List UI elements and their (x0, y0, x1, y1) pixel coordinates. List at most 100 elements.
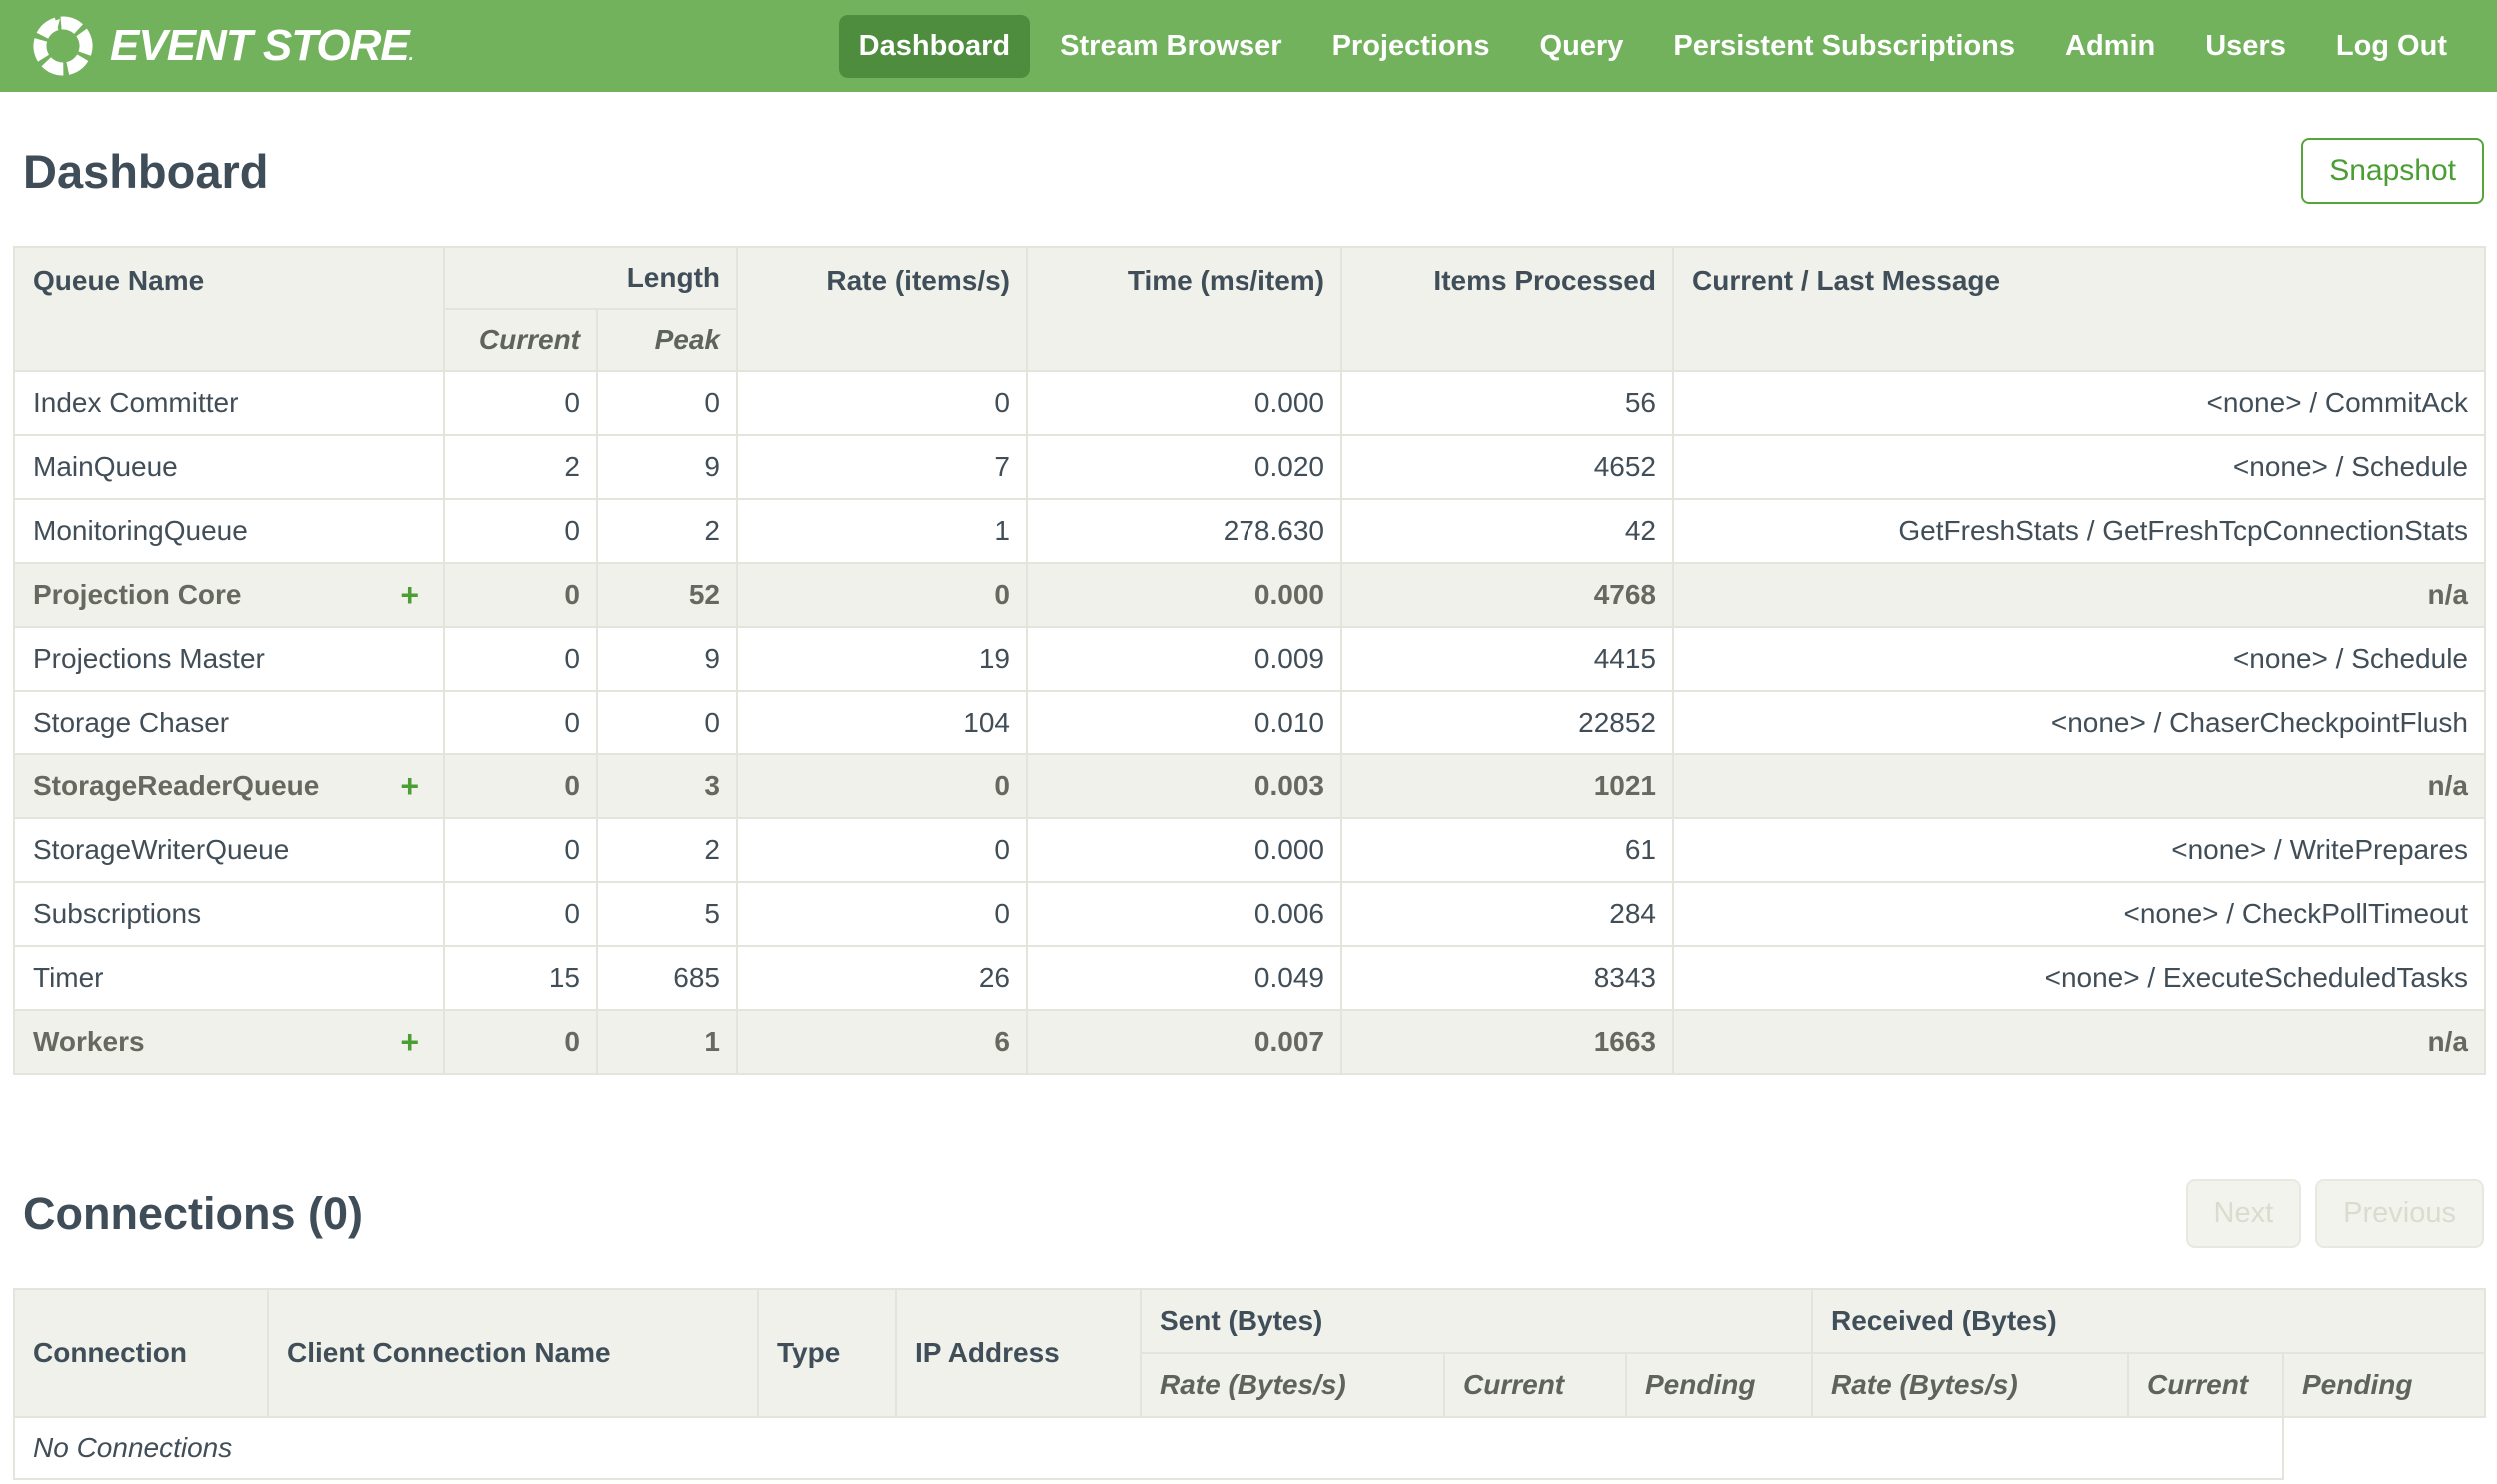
queue-row: StorageWriterQueue 0 2 0 0.000 61 <none>… (13, 817, 2486, 883)
expand-plus-icon[interactable]: + (400, 579, 419, 611)
queue-rate: 26 (736, 945, 1028, 1011)
col-header-sent-pending: Pending (1625, 1352, 1813, 1418)
queue-message: n/a (1672, 562, 2486, 628)
logo-text: EVENT STORE. (110, 21, 414, 70)
queue-length-peak: 0 (596, 370, 738, 436)
queue-length-current: 0 (443, 1009, 598, 1075)
queue-length-current: 0 (443, 498, 598, 564)
queue-rate: 0 (736, 817, 1028, 883)
queue-row: Projections Master 0 9 19 0.009 4415 <no… (13, 626, 2486, 692)
queue-row: MonitoringQueue 0 2 1 278.630 42 GetFres… (13, 498, 2486, 564)
queue-length-peak: 685 (596, 945, 738, 1011)
queue-length-peak: 52 (596, 562, 738, 628)
queue-message: <none> / CheckPollTimeout (1672, 881, 2486, 947)
queue-message: <none> / ChaserCheckpointFlush (1672, 690, 2486, 755)
queues-table: Queue Name Length Rate (items/s) Time (m… (13, 246, 2486, 1075)
queue-length-current: 15 (443, 945, 598, 1011)
queue-items-processed: 4652 (1340, 434, 1674, 500)
col-header-time: Time (ms/item) (1026, 246, 1342, 372)
queue-time: 0.006 (1026, 881, 1342, 947)
nav-item-persistent-subscriptions[interactable]: Persistent Subscriptions (1653, 15, 2035, 78)
queue-message: n/a (1672, 753, 2486, 819)
queue-name: Workers (33, 1026, 145, 1057)
col-header-received-rate: Rate (Bytes/s) (1811, 1352, 2129, 1418)
col-header-length-current: Current (443, 308, 598, 372)
queue-name: Timer (33, 962, 104, 993)
col-header-received-current: Current (2127, 1352, 2284, 1418)
queue-time: 0.000 (1026, 370, 1342, 436)
queue-row: Storage Chaser 0 0 104 0.010 22852 <none… (13, 690, 2486, 755)
queue-length-current: 0 (443, 881, 598, 947)
queue-time: 278.630 (1026, 498, 1342, 564)
queue-row: Subscriptions 0 5 0 0.006 284 <none> / C… (13, 881, 2486, 947)
col-header-message: Current / Last Message (1672, 246, 2486, 372)
queue-items-processed: 284 (1340, 881, 1674, 947)
queue-name: StorageReaderQueue (33, 770, 320, 801)
queue-length-current: 0 (443, 817, 598, 883)
queue-row: Index Committer 0 0 0 0.000 56 <none> / … (13, 370, 2486, 436)
queue-length-peak: 1 (596, 1009, 738, 1075)
col-header-connection: Connection (13, 1288, 269, 1418)
queue-length-peak: 2 (596, 817, 738, 883)
col-header-queue-name: Queue Name (13, 246, 445, 372)
queue-message: <none> / ExecuteScheduledTasks (1672, 945, 2486, 1011)
col-header-length-peak: Peak (596, 308, 738, 372)
main-content: Dashboard Snapshot Queue Name Length Rat… (0, 138, 2497, 1480)
col-header-ip-address: IP Address (895, 1288, 1142, 1418)
queue-rate: 0 (736, 370, 1028, 436)
previous-button[interactable]: Previous (2315, 1179, 2484, 1248)
col-header-sent-bytes: Sent (Bytes) (1140, 1288, 1813, 1354)
queue-time: 0.049 (1026, 945, 1342, 1011)
queue-items-processed: 42 (1340, 498, 1674, 564)
queue-rate: 19 (736, 626, 1028, 692)
queue-items-processed: 1021 (1340, 753, 1674, 819)
queue-length-peak: 9 (596, 626, 738, 692)
queue-items-processed: 61 (1340, 817, 1674, 883)
queue-name: Subscriptions (33, 898, 202, 929)
queue-time: 0.003 (1026, 753, 1342, 819)
logo-registered-mark: . (408, 44, 414, 64)
nav-item-users[interactable]: Users (2185, 15, 2306, 78)
queue-name: StorageWriterQueue (33, 834, 290, 865)
next-button[interactable]: Next (2185, 1179, 2302, 1248)
connections-title: Connections (0) (23, 1187, 364, 1239)
queue-items-processed: 22852 (1340, 690, 1674, 755)
col-header-client-connection-name: Client Connection Name (267, 1288, 759, 1418)
nav-item-query[interactable]: Query (1520, 15, 1644, 78)
queue-message: n/a (1672, 1009, 2486, 1075)
top-nav: EVENT STORE. Dashboard Stream Browser Pr… (0, 0, 2497, 92)
queue-name: Storage Chaser (33, 707, 230, 738)
queue-rate: 6 (736, 1009, 1028, 1075)
queue-items-processed: 4415 (1340, 626, 1674, 692)
expand-plus-icon[interactable]: + (400, 770, 419, 802)
snapshot-button[interactable]: Snapshot (2301, 138, 2484, 204)
queue-message: GetFreshStats / GetFreshTcpConnectionSta… (1672, 498, 2486, 564)
queue-message: <none> / CommitAck (1672, 370, 2486, 436)
queue-row: Timer 15 685 26 0.049 8343 <none> / Exec… (13, 945, 2486, 1011)
connections-header: Connections (0) Next Previous (13, 1179, 2484, 1248)
nav-item-admin[interactable]: Admin (2045, 15, 2175, 78)
queue-length-current: 0 (443, 690, 598, 755)
queue-name: Index Committer (33, 387, 239, 418)
col-header-sent-rate: Rate (Bytes/s) (1140, 1352, 1445, 1418)
nav-item-dashboard[interactable]: Dashboard (838, 14, 1031, 78)
col-header-received-bytes: Received (Bytes) (1810, 1288, 2487, 1354)
expand-plus-icon[interactable]: + (400, 1026, 419, 1058)
no-connections-row: No Connections (13, 1416, 2485, 1480)
queue-name: Projections Master (33, 643, 265, 674)
queue-rate: 7 (736, 434, 1028, 500)
nav-item-stream-browser[interactable]: Stream Browser (1040, 15, 1301, 78)
nav-item-log-out[interactable]: Log Out (2316, 15, 2467, 78)
queue-length-current: 0 (443, 370, 598, 436)
queue-length-peak: 2 (596, 498, 738, 564)
queue-items-processed: 56 (1340, 370, 1674, 436)
queue-rate: 0 (736, 881, 1028, 947)
queue-length-peak: 9 (596, 434, 738, 500)
col-header-rate: Rate (items/s) (736, 246, 1028, 372)
queue-message: <none> / Schedule (1672, 434, 2486, 500)
queue-time: 0.007 (1026, 1009, 1342, 1075)
queue-message: <none> / Schedule (1672, 626, 2486, 692)
queue-row: Projection Core + 0 52 0 0.000 4768 n/a (13, 562, 2486, 628)
nav-item-projections[interactable]: Projections (1312, 15, 1510, 78)
queue-length-current: 0 (443, 562, 598, 628)
